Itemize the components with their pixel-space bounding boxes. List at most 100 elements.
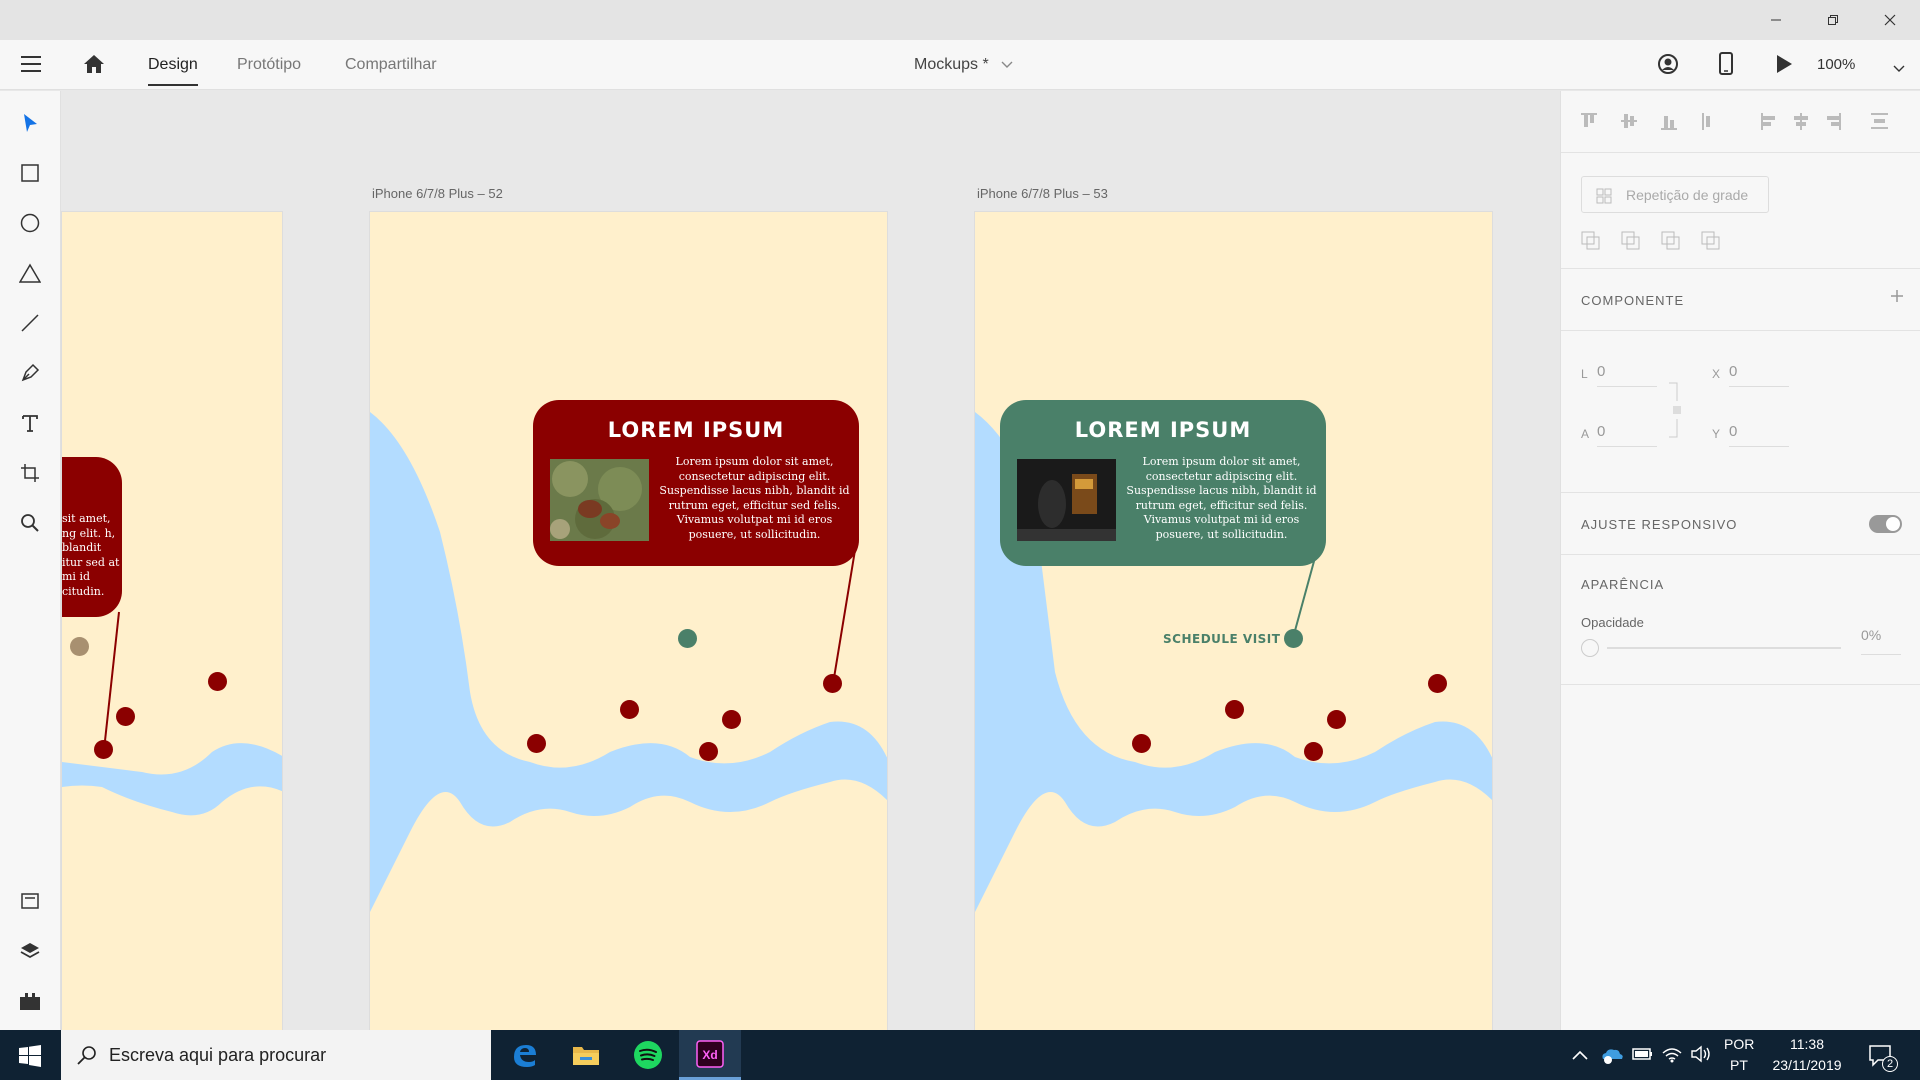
align-left-icon <box>1761 113 1763 130</box>
width-input[interactable]: 0 <box>1597 359 1657 387</box>
assets-icon[interactable] <box>14 885 46 917</box>
grid-section: Repetição de grade <box>1561 153 1920 269</box>
document-title[interactable]: Mockups * <box>914 56 1013 74</box>
map-marker[interactable] <box>1304 742 1323 761</box>
app-bar: Design Protótipo Compartilhar Mockups * … <box>0 40 1920 90</box>
close-icon[interactable] <box>1862 0 1918 40</box>
y-input[interactable]: 0 <box>1729 419 1789 447</box>
artboard-53[interactable]: LOREM IPSUM Lorem ipsum dolor sit amet, … <box>974 211 1493 1030</box>
artboard-icon[interactable] <box>14 457 46 489</box>
x-label: X <box>1712 367 1721 381</box>
opacity-slider[interactable] <box>1607 647 1841 649</box>
opacity-slider-handle[interactable] <box>1581 639 1599 657</box>
wifi-icon[interactable] <box>1661 1044 1683 1069</box>
tab-prototype[interactable]: Protótipo <box>237 56 301 74</box>
language-line2: PT <box>1730 1057 1748 1073</box>
responsive-toggle[interactable] <box>1869 515 1902 533</box>
repeat-grid-button[interactable]: Repetição de grade <box>1581 176 1769 213</box>
zoom-chevron-icon[interactable] <box>1893 60 1905 78</box>
boolean-ops <box>1581 231 1720 250</box>
zoom-level[interactable]: 100% <box>1817 56 1855 73</box>
lock-aspect-icon[interactable] <box>1667 381 1683 441</box>
hamburger-menu-icon[interactable] <box>20 54 42 79</box>
play-icon[interactable] <box>1775 54 1793 79</box>
distribute-vertical-icon <box>1702 113 1704 130</box>
notification-count: 2 <box>1882 1056 1898 1072</box>
map-marker[interactable] <box>116 707 135 726</box>
select-icon[interactable] <box>14 107 46 139</box>
map-marker[interactable] <box>1327 710 1346 729</box>
document-title-text: Mockups * <box>914 56 989 73</box>
map-marker[interactable] <box>678 629 697 648</box>
clock-time: 11:38 <box>1790 1036 1824 1052</box>
design-canvas[interactable]: sit amet, ng elit. h, blandit itur sed a… <box>61 91 1560 1030</box>
battery-icon[interactable] <box>1632 1046 1654 1067</box>
appearance-heading: APARÊNCIA <box>1581 577 1665 592</box>
component-section: COMPONENTE <box>1561 269 1920 331</box>
chevron-down-icon <box>1001 61 1013 68</box>
responsive-heading: AJUSTE RESPONSIVO <box>1581 517 1738 532</box>
map-marker[interactable] <box>1284 629 1303 648</box>
component-heading: COMPONENTE <box>1581 293 1685 308</box>
rectangle-icon[interactable] <box>14 157 46 189</box>
minimize-icon[interactable] <box>1748 0 1804 40</box>
pointer-line <box>103 611 120 751</box>
map-marker[interactable] <box>527 734 546 753</box>
notification-center-icon[interactable]: 2 <box>1868 1044 1898 1073</box>
map-marker[interactable] <box>1225 700 1244 719</box>
map-marker[interactable] <box>722 710 741 729</box>
restore-icon[interactable] <box>1805 0 1861 40</box>
clock[interactable]: 11:38 23/11/2019 <box>1762 1036 1852 1073</box>
clock-date: 23/11/2019 <box>1772 1057 1842 1073</box>
file-explorer-icon[interactable] <box>555 1030 617 1080</box>
tab-design[interactable]: Design <box>148 56 198 86</box>
align-top-icon <box>1581 113 1597 115</box>
schedule-visit-label[interactable]: SCHEDULE VISIT <box>1163 632 1280 646</box>
polygon-icon[interactable] <box>14 257 46 289</box>
ellipse-icon[interactable] <box>14 207 46 239</box>
map-marker[interactable] <box>699 742 718 761</box>
map-marker[interactable] <box>1132 734 1151 753</box>
windows-start-icon[interactable] <box>19 1045 41 1072</box>
pointer-line <box>1292 531 1323 639</box>
adobe-xd-icon[interactable]: Xd <box>679 1030 741 1080</box>
pen-icon[interactable] <box>14 357 46 389</box>
language-indicator[interactable]: POR PT <box>1724 1036 1754 1073</box>
tray-expand-icon[interactable] <box>1572 1048 1588 1066</box>
search-icon <box>77 1046 96 1065</box>
search-placeholder: Escreva aqui para procurar <box>109 1045 327 1065</box>
artboard-52[interactable]: LOREM IPSUM Lorem ipsum dolor sit amet, … <box>369 211 888 1030</box>
volume-icon[interactable] <box>1690 1044 1714 1069</box>
artboard-partial[interactable]: sit amet, ng elit. h, blandit itur sed a… <box>61 211 283 1030</box>
map-marker[interactable] <box>823 674 842 693</box>
zoom-icon[interactable] <box>14 507 46 539</box>
map-marker[interactable] <box>620 700 639 719</box>
map-marker[interactable] <box>1428 674 1447 693</box>
add-component-icon[interactable] <box>1890 289 1904 308</box>
artboard-label[interactable]: iPhone 6/7/8 Plus – 52 <box>372 186 503 201</box>
map-marker[interactable] <box>208 672 227 691</box>
text-icon[interactable] <box>14 407 46 439</box>
taskbar-search[interactable]: Escreva aqui para procurar <box>61 1030 491 1080</box>
map-marker[interactable] <box>94 740 113 759</box>
language-line1: POR <box>1724 1036 1755 1052</box>
edge-icon[interactable] <box>493 1030 555 1080</box>
responsive-section: AJUSTE RESPONSIVO <box>1561 493 1920 555</box>
device-preview-icon[interactable] <box>1718 52 1734 81</box>
windows-taskbar: Escreva aqui para procurar Xd POR PT 11:… <box>0 1030 1920 1080</box>
plugins-icon[interactable] <box>14 985 46 1017</box>
share-user-icon[interactable] <box>1657 53 1679 80</box>
opacity-input[interactable]: 0% <box>1861 627 1901 655</box>
height-input[interactable]: 0 <box>1597 419 1657 447</box>
tab-share[interactable]: Compartilhar <box>345 56 437 74</box>
spotify-icon[interactable] <box>617 1030 679 1080</box>
width-label: L <box>1581 367 1588 381</box>
home-icon[interactable] <box>82 53 106 80</box>
artboard-label[interactable]: iPhone 6/7/8 Plus – 53 <box>977 186 1108 201</box>
line-icon[interactable] <box>14 307 46 339</box>
x-input[interactable]: 0 <box>1729 359 1789 387</box>
layers-icon[interactable] <box>14 935 46 967</box>
onedrive-icon[interactable] <box>1600 1045 1624 1070</box>
align-section <box>1561 91 1920 153</box>
map-marker[interactable] <box>70 637 89 656</box>
